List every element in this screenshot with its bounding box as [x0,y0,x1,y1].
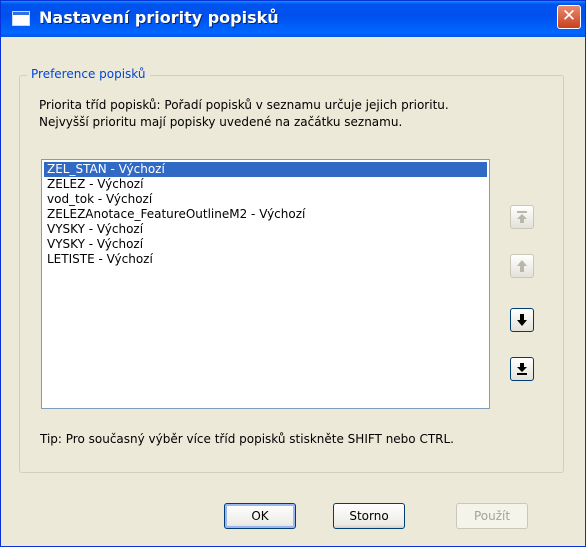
list-item[interactable]: VYSKY - Výchozí [42,237,489,252]
move-to-top-button[interactable] [510,205,534,229]
ok-button[interactable]: OK [224,503,296,529]
close-icon: ✕ [561,6,577,26]
move-to-bottom-button[interactable] [510,357,534,381]
cancel-button[interactable]: Storno [333,503,405,529]
list-item[interactable]: vod_tok - Výchozí [42,192,489,207]
description-line-1: Priorita tříd popisků: Pořadí popisků v … [39,98,449,112]
window-title: Nastavení priority popisků [39,8,279,27]
groupbox-title: Preference popisků [27,67,150,81]
list-item[interactable]: ZEL_STAN - Výchozí [44,162,487,177]
move-to-bottom-icon [517,363,527,375]
description-line-2: Nejvyšší prioritu mají popisky uvedené n… [39,115,403,129]
move-down-button[interactable] [510,308,534,332]
close-button[interactable]: ✕ [557,5,581,29]
list-item[interactable]: LETISTE - Výchozí [42,252,489,267]
dialog-window: Nastavení priority popisků ✕ Preference … [0,0,586,547]
move-up-button[interactable] [510,254,534,278]
label-class-list[interactable]: ZEL_STAN - Výchozí ZELEZ - Výchozí vod_t… [41,159,490,409]
list-item[interactable]: VYSKY - Výchozí [42,222,489,237]
description: Priorita tříd popisků: Pořadí popisků v … [39,97,559,131]
move-down-icon [517,314,527,326]
apply-button[interactable]: Použít [456,503,528,529]
move-to-top-icon [517,211,527,223]
title-bar[interactable]: Nastavení priority popisků ✕ [1,1,585,37]
tip-text: Tip: Pro současný výběr více tříd popisk… [40,432,454,446]
list-item[interactable]: ZELEZAnotace_FeatureOutlineM2 - Výchozí [42,207,489,222]
move-up-icon [517,260,527,272]
window-icon [12,11,30,26]
list-item[interactable]: ZELEZ - Výchozí [42,177,489,192]
